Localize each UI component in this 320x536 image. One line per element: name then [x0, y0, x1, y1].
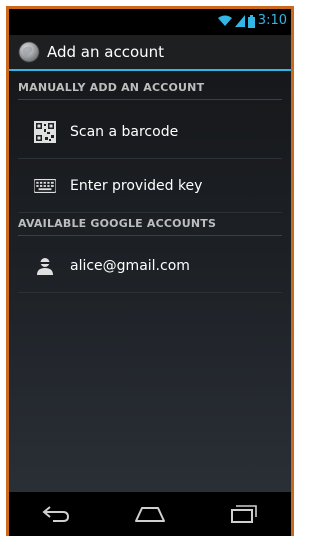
wifi-icon — [217, 15, 232, 26]
enter-key-item[interactable]: Enter provided key — [18, 159, 282, 213]
scan-barcode-item[interactable]: Scan a barcode — [18, 105, 282, 159]
status-icons: 3:10 — [217, 13, 287, 28]
recents-button[interactable] — [220, 497, 268, 531]
screenshot-frame: 3:10 Add an account MANUALLY ADD AN ACCO… — [0, 0, 300, 536]
enter-key-label: Enter provided key — [70, 177, 203, 194]
status-bar: 3:10 — [9, 9, 291, 35]
back-button[interactable] — [32, 497, 80, 531]
navigation-bar — [9, 492, 291, 536]
account-item[interactable]: alice@gmail.com — [18, 239, 282, 293]
device-screen: 3:10 Add an account MANUALLY ADD AN ACCO… — [6, 6, 294, 536]
recents-icon — [231, 505, 257, 523]
action-bar: Add an account — [9, 35, 291, 71]
person-icon — [34, 255, 56, 277]
scan-barcode-label: Scan a barcode — [70, 123, 179, 140]
section-header-manual: MANUALLY ADD AN ACCOUNT — [18, 81, 282, 100]
app-globe-icon[interactable] — [18, 41, 40, 63]
qr-code-icon — [34, 120, 56, 143]
account-email: alice@gmail.com — [70, 257, 190, 274]
battery-icon — [247, 14, 255, 28]
status-time: 3:10 — [257, 13, 287, 28]
back-icon — [42, 506, 70, 522]
signal-icon — [234, 15, 245, 27]
keyboard-icon — [34, 175, 56, 197]
home-button[interactable] — [126, 497, 174, 531]
section-header-google: AVAILABLE GOOGLE ACCOUNTS — [18, 217, 282, 236]
app-screen: Add an account MANUALLY ADD AN ACCOUNT S… — [9, 35, 291, 492]
home-icon — [135, 507, 165, 522]
page-title: Add an account — [47, 43, 165, 61]
